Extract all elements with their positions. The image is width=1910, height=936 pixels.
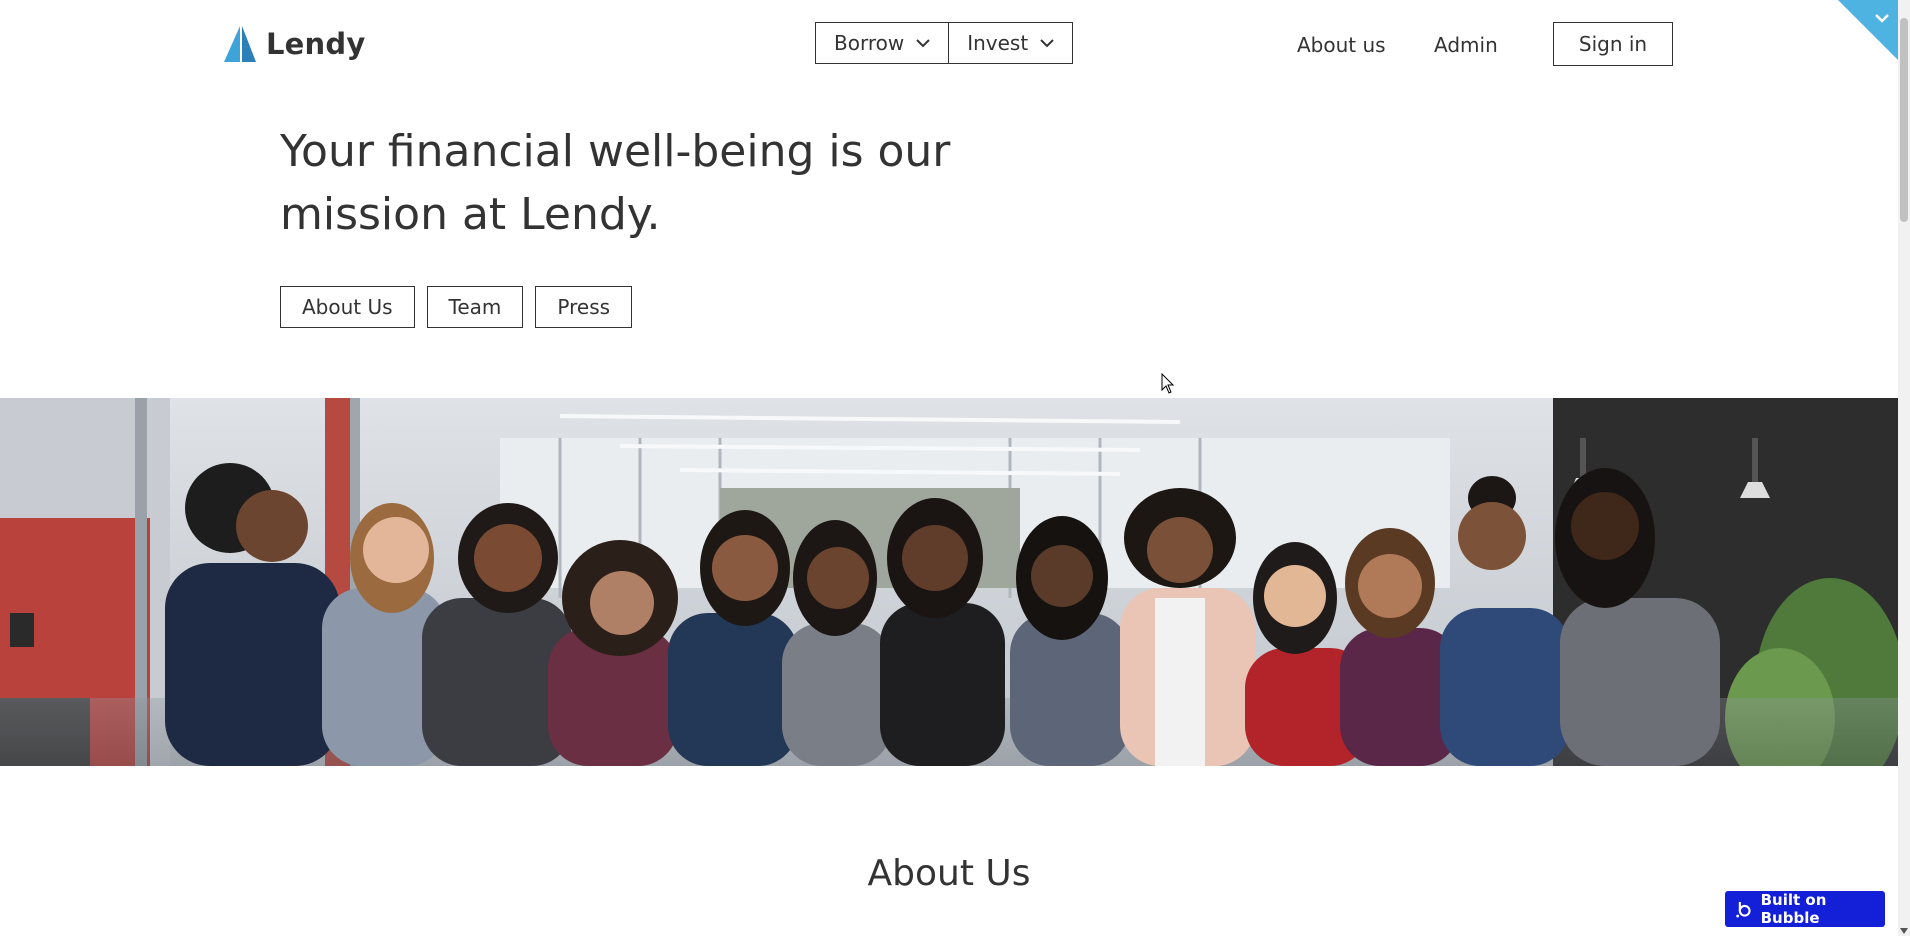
- bubble-logo-icon: [1736, 901, 1751, 918]
- tab-about-us[interactable]: About Us: [280, 286, 415, 328]
- section-title: About Us: [867, 853, 1031, 894]
- hero-tab-group: About Us Team Press: [280, 286, 633, 328]
- invest-dropdown-label: Invest: [967, 31, 1029, 55]
- borrow-dropdown[interactable]: Borrow: [815, 22, 950, 64]
- nav-link-admin[interactable]: Admin: [1434, 33, 1498, 57]
- chevron-down-icon: [1040, 38, 1054, 47]
- page-scrollbar[interactable]: [1898, 0, 1910, 936]
- sign-in-button[interactable]: Sign in: [1553, 22, 1673, 66]
- mouse-cursor-icon: [1161, 373, 1175, 394]
- built-on-bubble-badge[interactable]: Built on Bubble: [1725, 891, 1885, 927]
- scrollbar-thumb[interactable]: [1900, 18, 1908, 222]
- tab-press[interactable]: Press: [535, 286, 633, 328]
- nav-dropdown-group: Borrow Invest: [815, 22, 1074, 64]
- lendy-logo[interactable]: Lendy: [222, 24, 365, 64]
- built-on-bubble-label: Built on Bubble: [1760, 891, 1827, 927]
- scroll-down-arrow-icon[interactable]: [1900, 928, 1908, 934]
- tab-team[interactable]: Team: [426, 286, 524, 328]
- brand-name: Lendy: [266, 27, 366, 61]
- corner-menu-toggle[interactable]: [1838, 0, 1898, 60]
- borrow-dropdown-label: Borrow: [834, 31, 905, 55]
- nav-link-about-us[interactable]: About us: [1297, 33, 1386, 57]
- invest-dropdown[interactable]: Invest: [949, 22, 1074, 64]
- hero-title: Your financial well-being is our mission…: [280, 126, 951, 240]
- chevron-down-icon: [916, 38, 930, 47]
- team-photo: [0, 398, 1898, 766]
- lendy-logo-icon: [224, 26, 256, 62]
